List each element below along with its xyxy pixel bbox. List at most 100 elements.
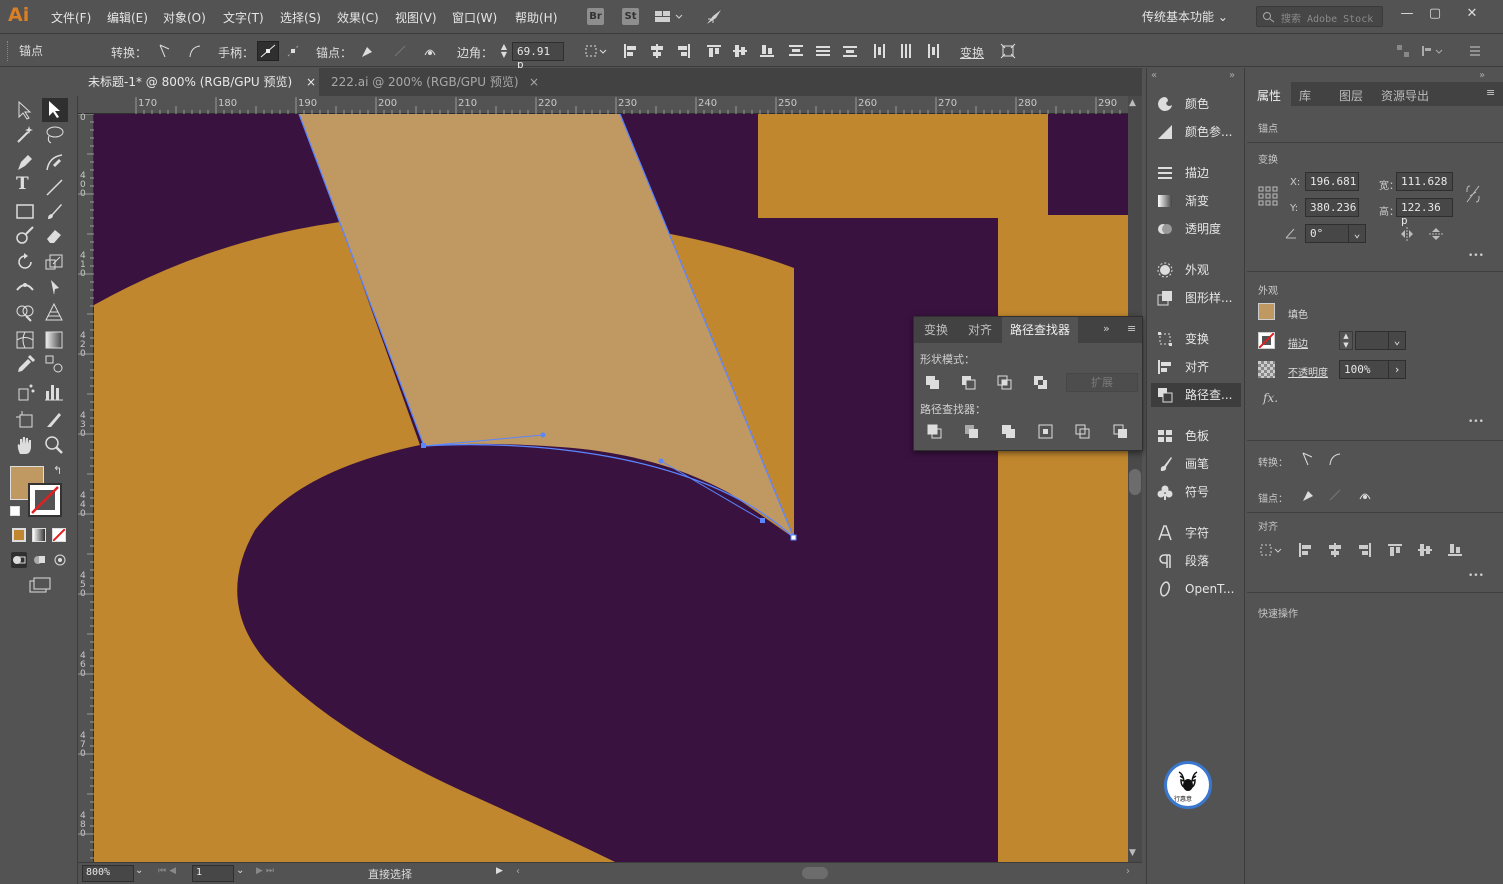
symbol-sprayer-icon[interactable] <box>14 381 36 403</box>
select-similar-icon[interactable] <box>584 43 610 59</box>
menu-select[interactable]: 选择(S) <box>280 9 321 26</box>
distribute-bottom-icon[interactable] <box>842 43 858 59</box>
collapse-dock-icon[interactable]: « <box>1151 70 1157 81</box>
arrange-documents-icon[interactable] <box>655 9 683 25</box>
column-graph-icon[interactable] <box>43 381 65 403</box>
tab-asset-export[interactable]: 资源导出 <box>1381 87 1429 104</box>
draw-behind-icon[interactable] <box>32 552 48 568</box>
first-prev-artboard-icon[interactable]: ⏮◀ <box>158 866 179 876</box>
flip-horizontal-icon[interactable] <box>1399 226 1415 242</box>
gradient-mode-icon[interactable] <box>32 528 46 542</box>
align-top-icon[interactable] <box>706 43 722 59</box>
stroke-label[interactable]: 描边 <box>1288 335 1308 350</box>
dock-transparency[interactable]: 透明度 <box>1155 217 1241 241</box>
transform-more-button[interactable]: ••• <box>1468 251 1484 261</box>
h-scroll-thumb[interactable] <box>802 867 828 879</box>
distribute-v-center-icon[interactable] <box>815 43 831 59</box>
corner-stepper[interactable]: ▲ ▼ <box>497 43 511 61</box>
artboard-tool-icon[interactable] <box>14 409 36 431</box>
stroke-swatch-small[interactable] <box>1258 332 1275 349</box>
color-mode-icon[interactable] <box>12 528 26 542</box>
angle-field[interactable]: 0° <box>1305 224 1349 243</box>
scale-tool-icon[interactable] <box>43 251 65 273</box>
stroke-weight-field[interactable] <box>1355 331 1389 350</box>
blend-tool-icon[interactable] <box>43 353 65 375</box>
crop-icon[interactable] <box>1037 423 1055 441</box>
perspective-grid-icon[interactable] <box>43 301 65 323</box>
handle-point[interactable] <box>658 458 664 464</box>
stroke-weight-stepper[interactable]: ▲ ▼ <box>1339 331 1353 350</box>
pen-tool-icon[interactable] <box>14 151 36 173</box>
tab-align[interactable]: 对齐 <box>960 317 1000 343</box>
tab-properties[interactable]: 属性 <box>1257 87 1281 104</box>
tab-222[interactable]: 222.ai @ 200% (RGB/GPU 预览) × <box>321 68 543 96</box>
unite-icon[interactable] <box>924 374 942 392</box>
scroll-down-icon[interactable]: ▼ <box>1129 848 1136 858</box>
panel-menu-icon[interactable] <box>1467 43 1483 59</box>
dock-transform[interactable]: 变换 <box>1155 327 1241 351</box>
menu-view[interactable]: 视图(V) <box>395 9 437 26</box>
expand-panel-icon[interactable]: » <box>1479 70 1485 81</box>
align-more-button[interactable]: ••• <box>1468 571 1484 581</box>
zoom-tool-icon[interactable] <box>43 434 65 456</box>
panel-menu-icon[interactable]: ≡ <box>1127 322 1136 335</box>
remove-anchor-icon[interactable] <box>359 43 375 59</box>
intersect-icon[interactable] <box>996 374 1014 392</box>
maximize-button[interactable]: ▢ <box>1421 3 1449 25</box>
align-top-icon[interactable] <box>1387 542 1403 558</box>
panel-menu-icon[interactable]: ≡ <box>1486 86 1495 99</box>
merge-icon[interactable] <box>1000 423 1018 441</box>
expand-dock-icon[interactable]: » <box>1229 70 1235 81</box>
dock-color-guide[interactable]: 颜色参... <box>1155 120 1241 144</box>
gpu-performance-icon[interactable] <box>704 7 724 27</box>
align-v-center-icon[interactable] <box>732 43 748 59</box>
dock-opentype[interactable]: OpenT... <box>1155 577 1241 601</box>
dock-swatches[interactable]: 色板 <box>1155 424 1241 448</box>
dock-pathfinder[interactable]: 路径查... <box>1151 383 1241 407</box>
distribute-top-icon[interactable] <box>788 43 804 59</box>
convert-to-corner-icon[interactable] <box>157 43 173 59</box>
tab-transform[interactable]: 变换 <box>916 317 956 343</box>
convert-smooth-icon[interactable] <box>1327 451 1343 467</box>
opacity-dropdown[interactable]: › <box>1388 360 1406 379</box>
cut-path-icon[interactable] <box>1357 487 1373 503</box>
stroke-weight-dropdown[interactable]: ⌄ <box>1388 331 1406 350</box>
width-field[interactable]: 111.628 <box>1396 172 1453 191</box>
distribute-right-icon[interactable] <box>925 43 941 59</box>
align-h-center-icon[interactable] <box>649 43 665 59</box>
connect-anchors-icon[interactable] <box>392 43 408 59</box>
cut-path-icon[interactable] <box>422 43 438 59</box>
draw-inside-icon[interactable] <box>52 552 68 568</box>
minus-front-icon[interactable] <box>960 374 978 392</box>
dock-graphic-styles[interactable]: 图形样... <box>1155 286 1241 310</box>
dock-stroke[interactable]: 描边 <box>1155 161 1241 185</box>
screen-mode-icon[interactable] <box>28 576 52 594</box>
type-tool-icon[interactable]: T <box>16 174 29 194</box>
scroll-right-icon[interactable]: › <box>1126 866 1130 877</box>
tab-layers[interactable]: 图层 <box>1339 87 1363 104</box>
line-tool-icon[interactable] <box>43 176 65 198</box>
dock-gradient[interactable]: 渐变 <box>1155 189 1241 213</box>
menu-effect[interactable]: 效果(C) <box>337 9 379 26</box>
dock-brushes[interactable]: 画笔 <box>1155 452 1241 476</box>
opacity-field[interactable]: 100% <box>1339 360 1389 379</box>
hand-tool-icon[interactable] <box>14 434 36 456</box>
collapse-panel-icon[interactable]: » <box>1103 322 1110 335</box>
align-menu-icon[interactable] <box>1420 43 1446 59</box>
show-handles-button[interactable] <box>257 41 279 61</box>
height-field[interactable]: 122.36 p <box>1396 198 1453 227</box>
dock-paragraph[interactable]: 段落 <box>1155 549 1241 573</box>
hide-handles-icon[interactable] <box>285 43 301 59</box>
rectangle-tool-icon[interactable] <box>14 200 36 222</box>
reference-point-icon[interactable] <box>1258 186 1278 206</box>
stock-button[interactable]: St <box>622 8 639 25</box>
artboard-number-field[interactable]: 1 <box>192 865 234 882</box>
puppet-warp-icon[interactable] <box>43 276 65 298</box>
draw-normal-icon[interactable] <box>11 552 27 568</box>
scroll-thumb[interactable] <box>1129 469 1141 495</box>
default-colors-icon[interactable] <box>10 506 20 516</box>
dock-appearance[interactable]: 外观 <box>1155 258 1241 282</box>
lasso-icon[interactable] <box>43 123 65 145</box>
minus-back-icon[interactable] <box>1112 423 1130 441</box>
menu-edit[interactable]: 编辑(E) <box>107 9 148 26</box>
